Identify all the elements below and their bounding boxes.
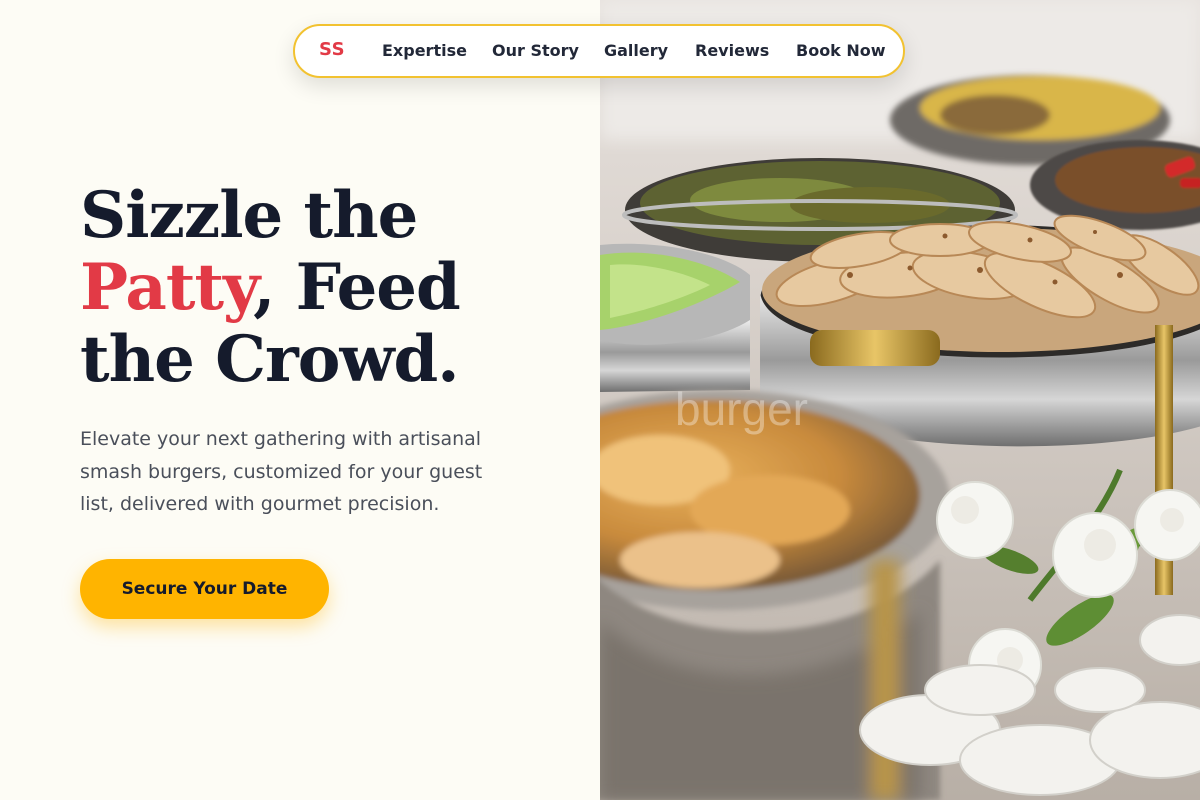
headline-line-2-rest: , Feed (253, 250, 461, 325)
hero-subtext: Elevate your next gathering with artisan… (80, 428, 483, 515)
nav-item-our-story[interactable]: Our Story (492, 41, 579, 60)
top-navbar: SS Expertise Our Story Gallery Reviews B… (293, 24, 905, 78)
nav-item-expertise[interactable]: Expertise (382, 41, 467, 60)
hero-left-panel: Sizzle the Patty, Feed the Crowd. Elevate … (0, 0, 600, 800)
nav-item-book-now[interactable]: Book Now (796, 41, 886, 60)
secure-your-date-button[interactable]: Secure Your Date (80, 559, 329, 619)
headline-accent-word: Patty (80, 250, 254, 325)
headline-line-1: Sizzle the (80, 178, 418, 253)
nav-item-gallery[interactable]: Gallery (604, 41, 668, 60)
photo-watermark: burger (675, 383, 808, 435)
hero-photo-catering: burger (600, 0, 1200, 800)
hero-headline: Sizzle the Patty, Feed the Crowd. (80, 178, 461, 397)
nav-item-reviews[interactable]: Reviews (695, 41, 769, 60)
logo[interactable]: SS (319, 39, 345, 60)
headline-line-3: the Crowd. (80, 322, 460, 397)
